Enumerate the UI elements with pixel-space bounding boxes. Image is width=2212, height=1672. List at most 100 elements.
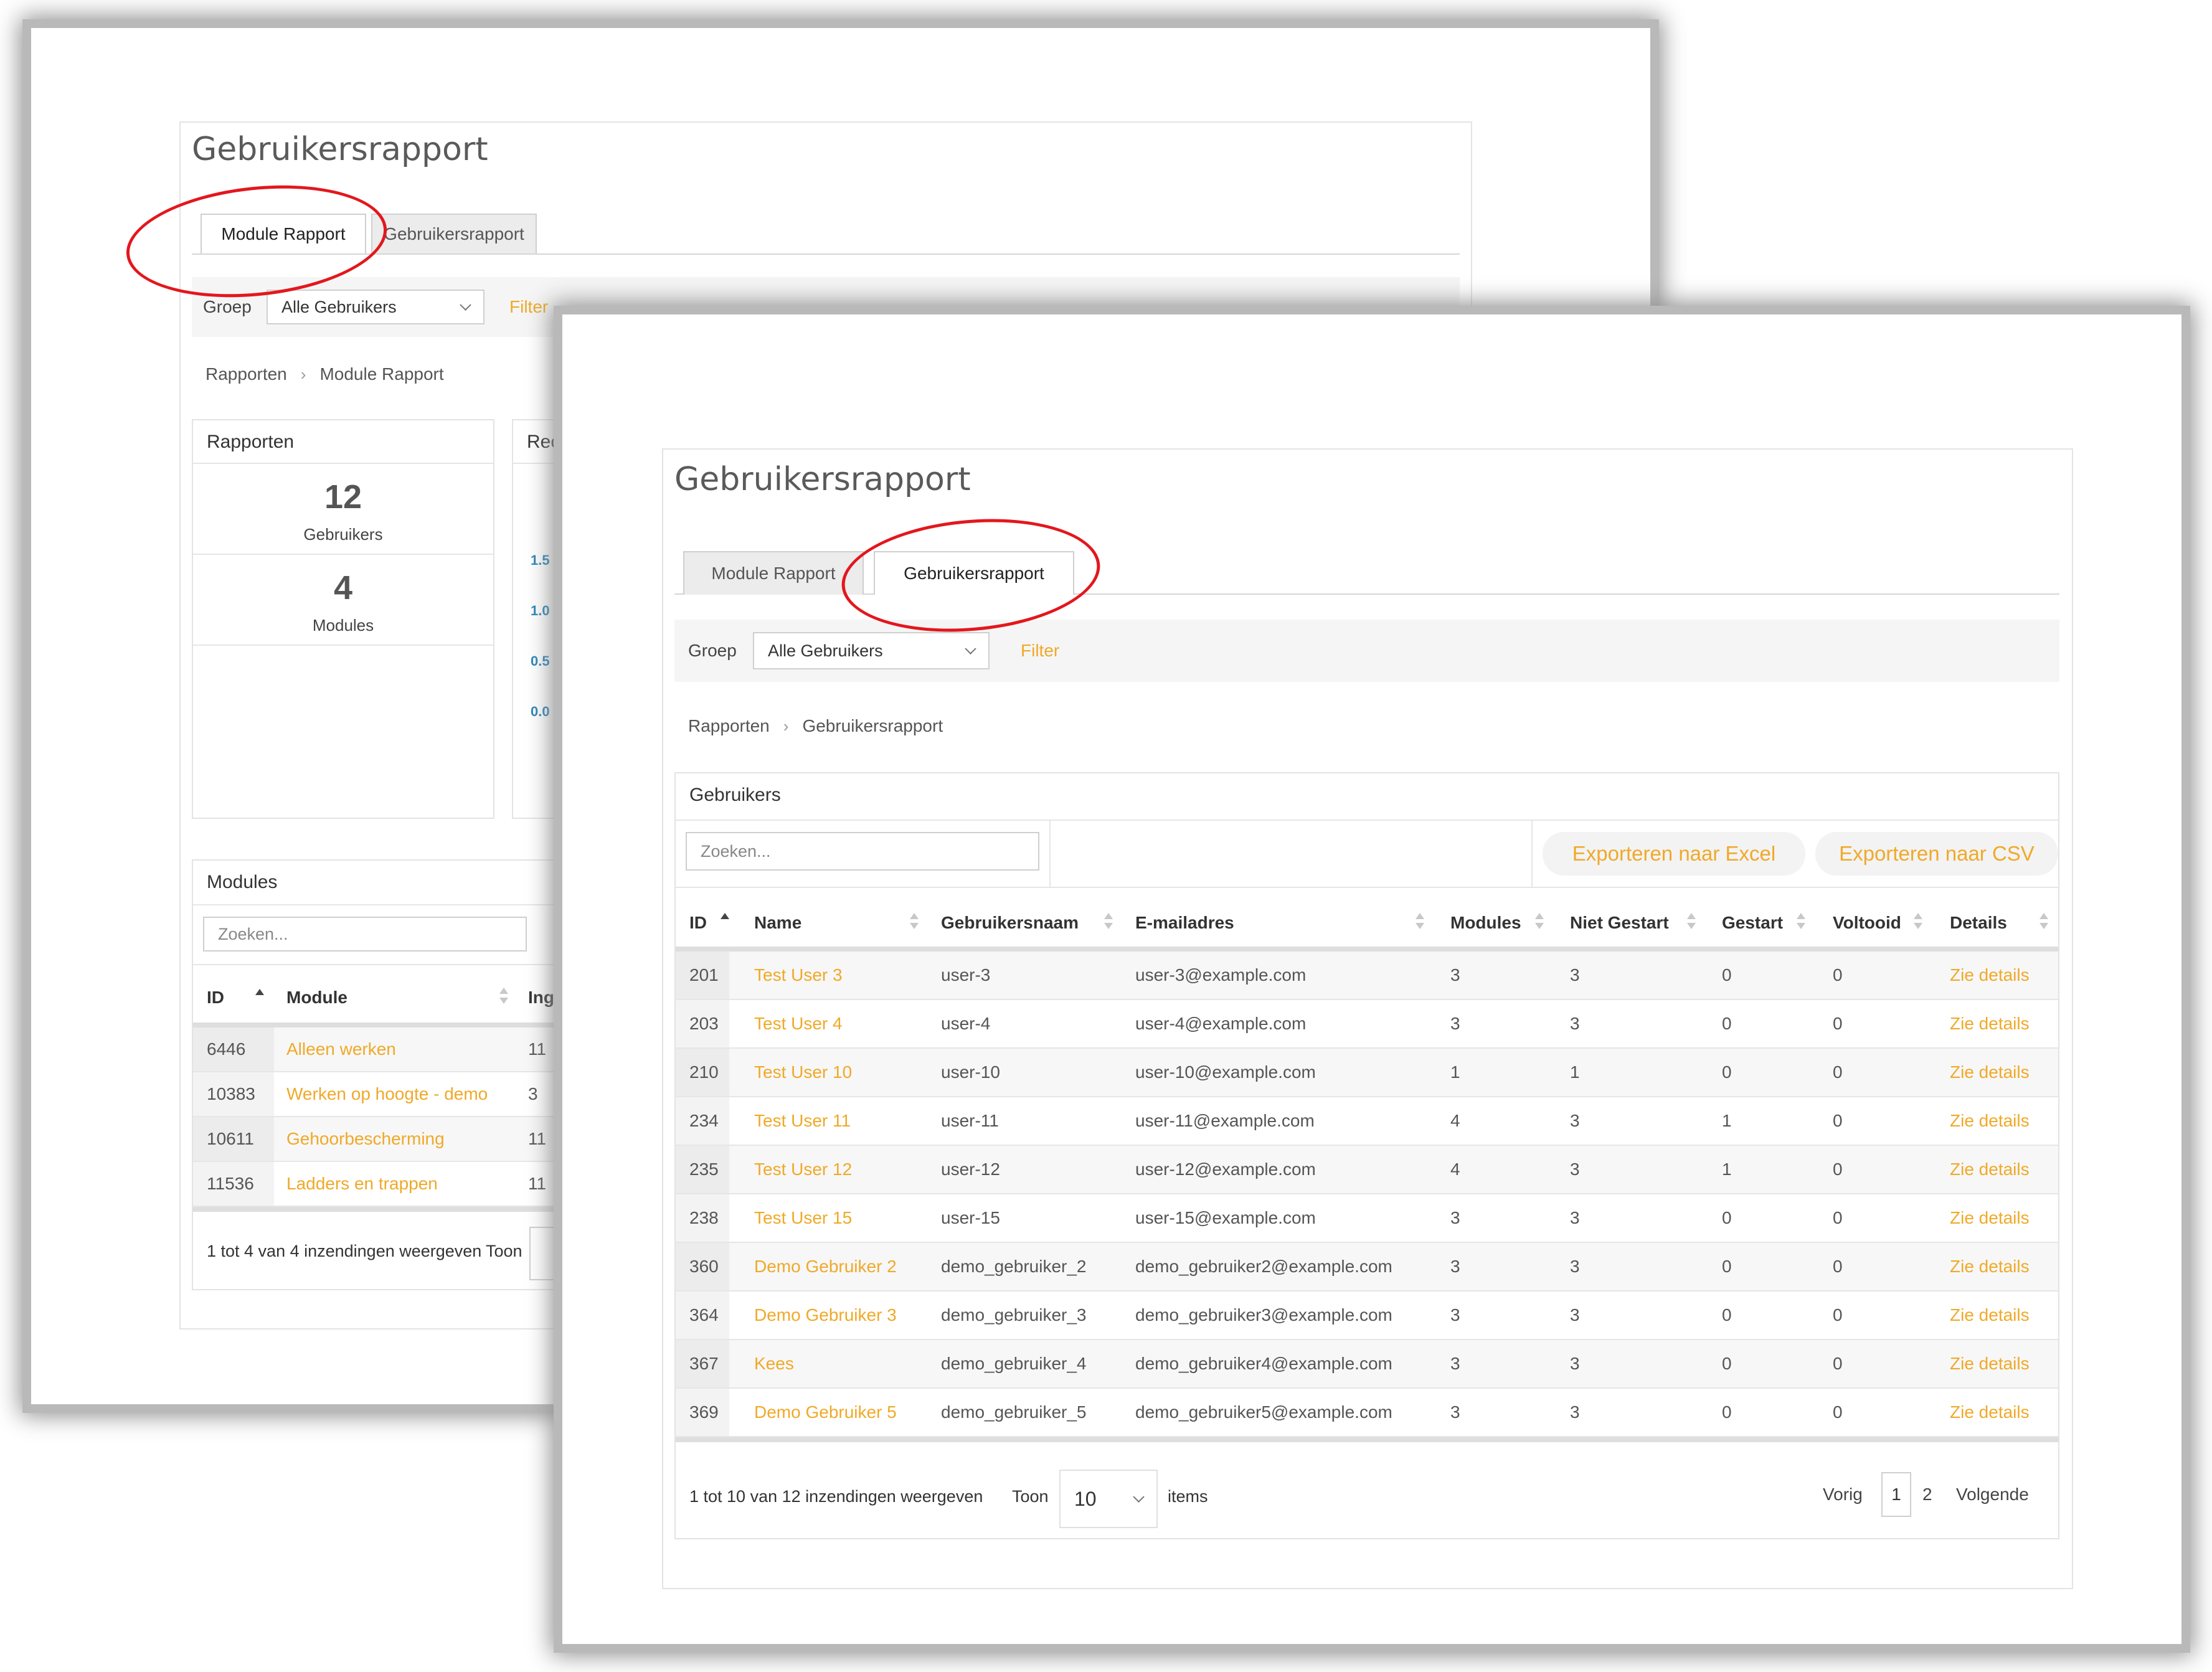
details-link[interactable]: Zie details [1950,952,2030,999]
details-link[interactable]: Zie details [1950,1389,2030,1436]
user-name-link[interactable]: Demo Gebruiker 5 [754,1389,897,1436]
table-row[interactable]: 360 Demo Gebruiker 2 demo_gebruiker_2 demo_… [676,1243,2058,1292]
pager-prev[interactable]: Vorig [1823,1485,1863,1504]
modules-search-input[interactable]: Zoeken... [203,917,527,952]
user-name-link[interactable]: Demo Gebruiker 2 [754,1243,897,1290]
table-row[interactable]: 210 Test User 10 user-10 user-10@example.co… [676,1049,2058,1097]
breadcrumb: Rapporten › Gebruikersrapport [688,716,943,736]
user-done: 0 [1833,965,1843,985]
breadcrumb-rapporten[interactable]: Rapporten [206,364,287,384]
table-info: 1 tot 10 van 12 inzendingen weergeven [689,1487,983,1506]
user-modules: 1 [1450,1062,1460,1082]
details-link[interactable]: Zie details [1950,1000,2030,1047]
sort-icon[interactable] [910,913,919,929]
users-search-input[interactable]: Zoeken... [686,832,1039,871]
export-excel-button[interactable]: Exporteren naar Excel [1543,832,1805,876]
col-module[interactable]: Module [286,988,347,1008]
user-name-link[interactable]: Test User 15 [754,1194,852,1242]
tab-gebruikersrapport[interactable]: Gebruikersrapport [371,214,537,253]
filter-button[interactable]: Filter [509,297,548,317]
toolbar-divider [1049,821,1051,888]
col-done[interactable]: Voltooid [1833,913,1901,933]
col-started[interactable]: Gestart [1722,913,1783,933]
sort-icon[interactable] [1797,913,1805,929]
table-row[interactable]: 238 Test User 15 user-15 user-15@example.co… [676,1194,2058,1243]
table-row[interactable]: 235 Test User 12 user-12 user-12@example.co… [676,1146,2058,1194]
user-name-link[interactable]: Test User 12 [754,1146,852,1193]
col-id[interactable]: ID [689,913,707,933]
details-link[interactable]: Zie details [1950,1146,2030,1193]
user-not-started: 3 [1570,1111,1580,1130]
user-not-started: 3 [1570,1305,1580,1325]
col-id[interactable]: ID [207,988,224,1008]
user-username: demo_gebruiker_2 [941,1257,1087,1276]
tab-module-rapport[interactable]: Module Rapport [683,551,864,595]
sort-icon[interactable] [1914,913,1922,929]
table-row[interactable]: 201 Test User 3 user-3 user-3@example.com 3 3… [676,952,2058,1000]
group-select[interactable]: Alle Gebruikers [267,290,484,324]
sort-icon[interactable] [1416,913,1424,929]
sort-asc-icon[interactable] [721,909,729,925]
group-select[interactable]: Alle Gebruikers [753,632,990,669]
sort-icon[interactable] [2039,913,2048,929]
pager-next[interactable]: Volgende [1956,1485,2029,1504]
user-username: demo_gebruiker_3 [941,1305,1087,1325]
user-name-link[interactable]: Test User 11 [754,1097,851,1145]
export-csv-button[interactable]: Exporteren naar CSV [1815,832,2058,876]
user-name-link[interactable]: Test User 3 [754,952,843,999]
user-name-link[interactable]: Test User 10 [754,1049,852,1096]
module-name-link[interactable]: Ladders en trappen [286,1162,438,1206]
details-link[interactable]: Zie details [1950,1292,2030,1339]
table-row[interactable]: 203 Test User 4 user-4 user-4@example.com 3 3… [676,1000,2058,1049]
user-done: 0 [1833,1402,1843,1422]
module-name-link[interactable]: Alleen werken [286,1027,396,1071]
user-email: user-4@example.com [1135,1014,1307,1033]
breadcrumb-rapporten[interactable]: Rapporten [688,716,770,736]
user-not-started: 3 [1570,1014,1580,1033]
module-name-link[interactable]: Gehoorbescherming [286,1117,445,1161]
users-count: 12 [324,478,362,516]
module-id: 10383 [193,1072,274,1116]
table-row[interactable]: 364 Demo Gebruiker 3 demo_gebruiker_3 demo_… [676,1292,2058,1340]
pager-page-2[interactable]: 2 [1922,1485,1932,1504]
sort-icon[interactable] [1535,913,1544,929]
user-started: 0 [1722,1257,1732,1276]
details-link[interactable]: Zie details [1950,1194,2030,1242]
user-name-link[interactable]: Demo Gebruiker 3 [754,1292,897,1339]
sort-icon[interactable] [1687,913,1696,929]
page-size-select[interactable]: 10 [1059,1470,1158,1528]
y-tick: 0.0 [531,704,550,719]
col-details[interactable]: Details [1950,913,2007,933]
sort-icon[interactable] [1104,913,1113,929]
user-not-started: 3 [1570,1354,1580,1373]
sort-icon[interactable] [499,988,508,1004]
table-info: 1 tot 4 van 4 inzendingen weergeven [207,1242,482,1260]
details-link[interactable]: Zie details [1950,1340,2030,1387]
col-ingeschreven[interactable]: Inge [528,988,564,1008]
module-name-link[interactable]: Werken op hoogte - demo [286,1072,488,1116]
details-link[interactable]: Zie details [1950,1097,2030,1145]
col-username[interactable]: Gebruikersnaam [941,913,1079,933]
user-name-link[interactable]: Test User 4 [754,1000,843,1047]
table-row[interactable]: 367 Kees demo_gebruiker_4 demo_gebruiker4@e… [676,1340,2058,1389]
user-name-link[interactable]: Kees [754,1340,794,1387]
pager-page-1[interactable]: 1 [1881,1472,1911,1517]
filter-button[interactable]: Filter [1021,641,1059,661]
table-row[interactable]: 234 Test User 11 user-11 user-11@example.co… [676,1097,2058,1146]
col-name[interactable]: Name [754,913,801,933]
user-id: 201 [676,952,729,999]
toolbar-divider [1531,821,1533,888]
col-email[interactable]: E-mailadres [1135,913,1234,933]
user-id: 369 [676,1389,729,1436]
sort-asc-icon[interactable] [255,985,264,1001]
tab-module-rapport[interactable]: Module Rapport [201,214,366,253]
col-modules[interactable]: Modules [1450,913,1521,933]
details-link[interactable]: Zie details [1950,1049,2030,1096]
details-link[interactable]: Zie details [1950,1243,2030,1290]
tab-gebruikersrapport[interactable]: Gebruikersrapport [874,551,1074,595]
table-row[interactable]: 369 Demo Gebruiker 5 demo_gebruiker_5 demo_… [676,1389,2058,1437]
user-username: user-12 [941,1160,1000,1179]
tabs-divider [192,253,1460,255]
col-not-started[interactable]: Niet Gestart [1570,913,1669,933]
panel-divider [676,819,2058,821]
